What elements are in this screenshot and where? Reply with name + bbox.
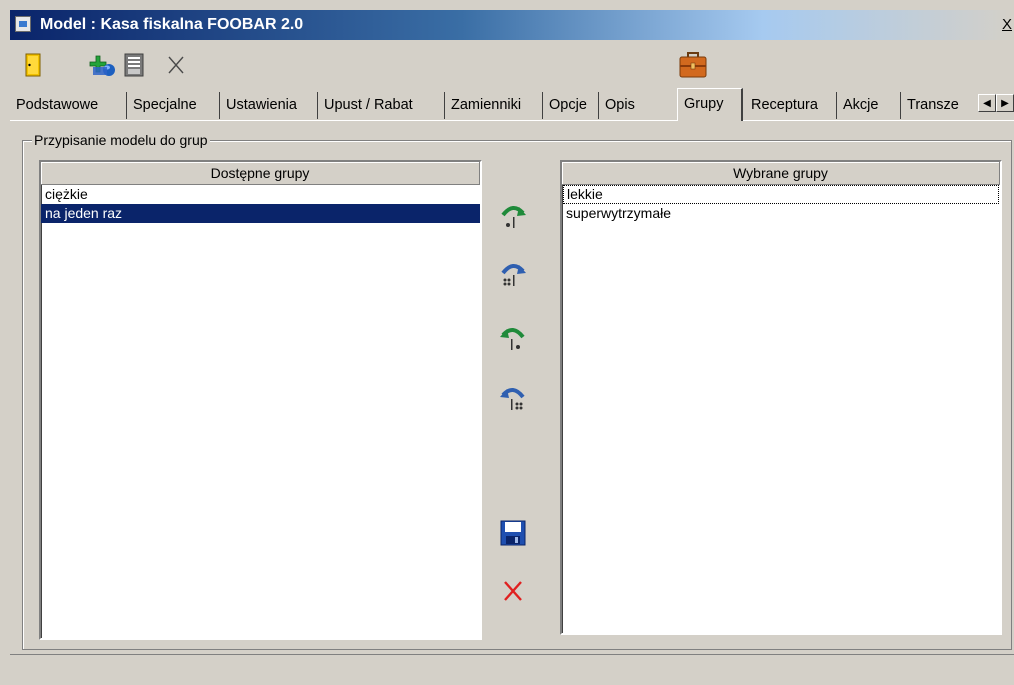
tab-scroll-left-icon[interactable]: ◀ (978, 94, 996, 112)
move-all-left-button[interactable] (498, 382, 528, 412)
available-groups-header[interactable]: Dostępne grupy (41, 162, 480, 185)
tab-zamienniki[interactable]: Zamienniki (445, 92, 543, 119)
selected-groups-list[interactable]: Wybrane grupy lekkie superwytrzymałe (560, 160, 1002, 635)
briefcase-icon[interactable] (676, 50, 710, 80)
tab-grupy[interactable]: Grupy (677, 88, 743, 121)
title-bar: Model : Kasa fiskalna FOOBAR 2.0 X (10, 10, 1014, 40)
arrow-left-single-icon (500, 328, 525, 350)
red-x-icon (504, 581, 522, 601)
close-button[interactable]: X (1000, 15, 1014, 35)
cancel-x-icon[interactable] (164, 50, 188, 80)
list-item[interactable]: ciężkie (41, 185, 480, 204)
tab-upust-rabat[interactable]: Upust / Rabat (318, 92, 445, 119)
tab-opcje[interactable]: Opcje (543, 92, 599, 119)
cancel-button[interactable] (498, 576, 528, 606)
move-one-right-button[interactable] (498, 200, 528, 230)
arrow-right-all-icon (501, 264, 526, 286)
tab-podstawowe[interactable]: Podstawowe (10, 92, 127, 119)
window-title: Model : Kasa fiskalna FOOBAR 2.0 (40, 16, 304, 33)
list-item[interactable]: superwytrzymałe (562, 204, 1000, 223)
tab-ustawienia[interactable]: Ustawienia (220, 92, 318, 119)
selected-groups-header[interactable]: Wybrane grupy (562, 162, 1000, 185)
list-item-focused[interactable]: lekkie (563, 185, 999, 204)
save-document-icon[interactable] (122, 50, 146, 80)
exit-door-icon[interactable] (22, 50, 44, 80)
app-window-icon (15, 16, 31, 32)
tab-scroll-arrows: ◀ ▶ (978, 94, 1014, 112)
tab-specjalne[interactable]: Specjalne (127, 92, 220, 119)
tab-scroll-right-icon[interactable]: ▶ (996, 94, 1014, 112)
bottom-strip (10, 660, 1014, 685)
arrow-left-all-icon (500, 388, 525, 410)
arrow-right-single-icon (501, 206, 526, 228)
toolbar (10, 46, 1014, 86)
tab-opis[interactable]: Opis (599, 92, 669, 119)
floppy-disk-icon (500, 520, 526, 546)
tab-transze[interactable]: Transze (901, 92, 974, 119)
move-one-left-button[interactable] (498, 322, 528, 352)
tab-receptura[interactable]: Receptura (745, 92, 837, 119)
move-all-right-button[interactable] (498, 258, 528, 288)
save-button[interactable] (498, 518, 528, 548)
list-item-selected[interactable]: na jeden raz (41, 204, 480, 223)
tab-strip: Podstawowe Specjalne Ustawienia Upust / … (10, 88, 1014, 121)
group-assignment-label: Przypisanie modelu do grup (32, 132, 210, 148)
available-groups-list[interactable]: Dostępne grupy ciężkie na jeden raz (39, 160, 482, 640)
add-to-group-icon[interactable] (80, 50, 120, 80)
tab-akcje[interactable]: Akcje (837, 92, 901, 119)
